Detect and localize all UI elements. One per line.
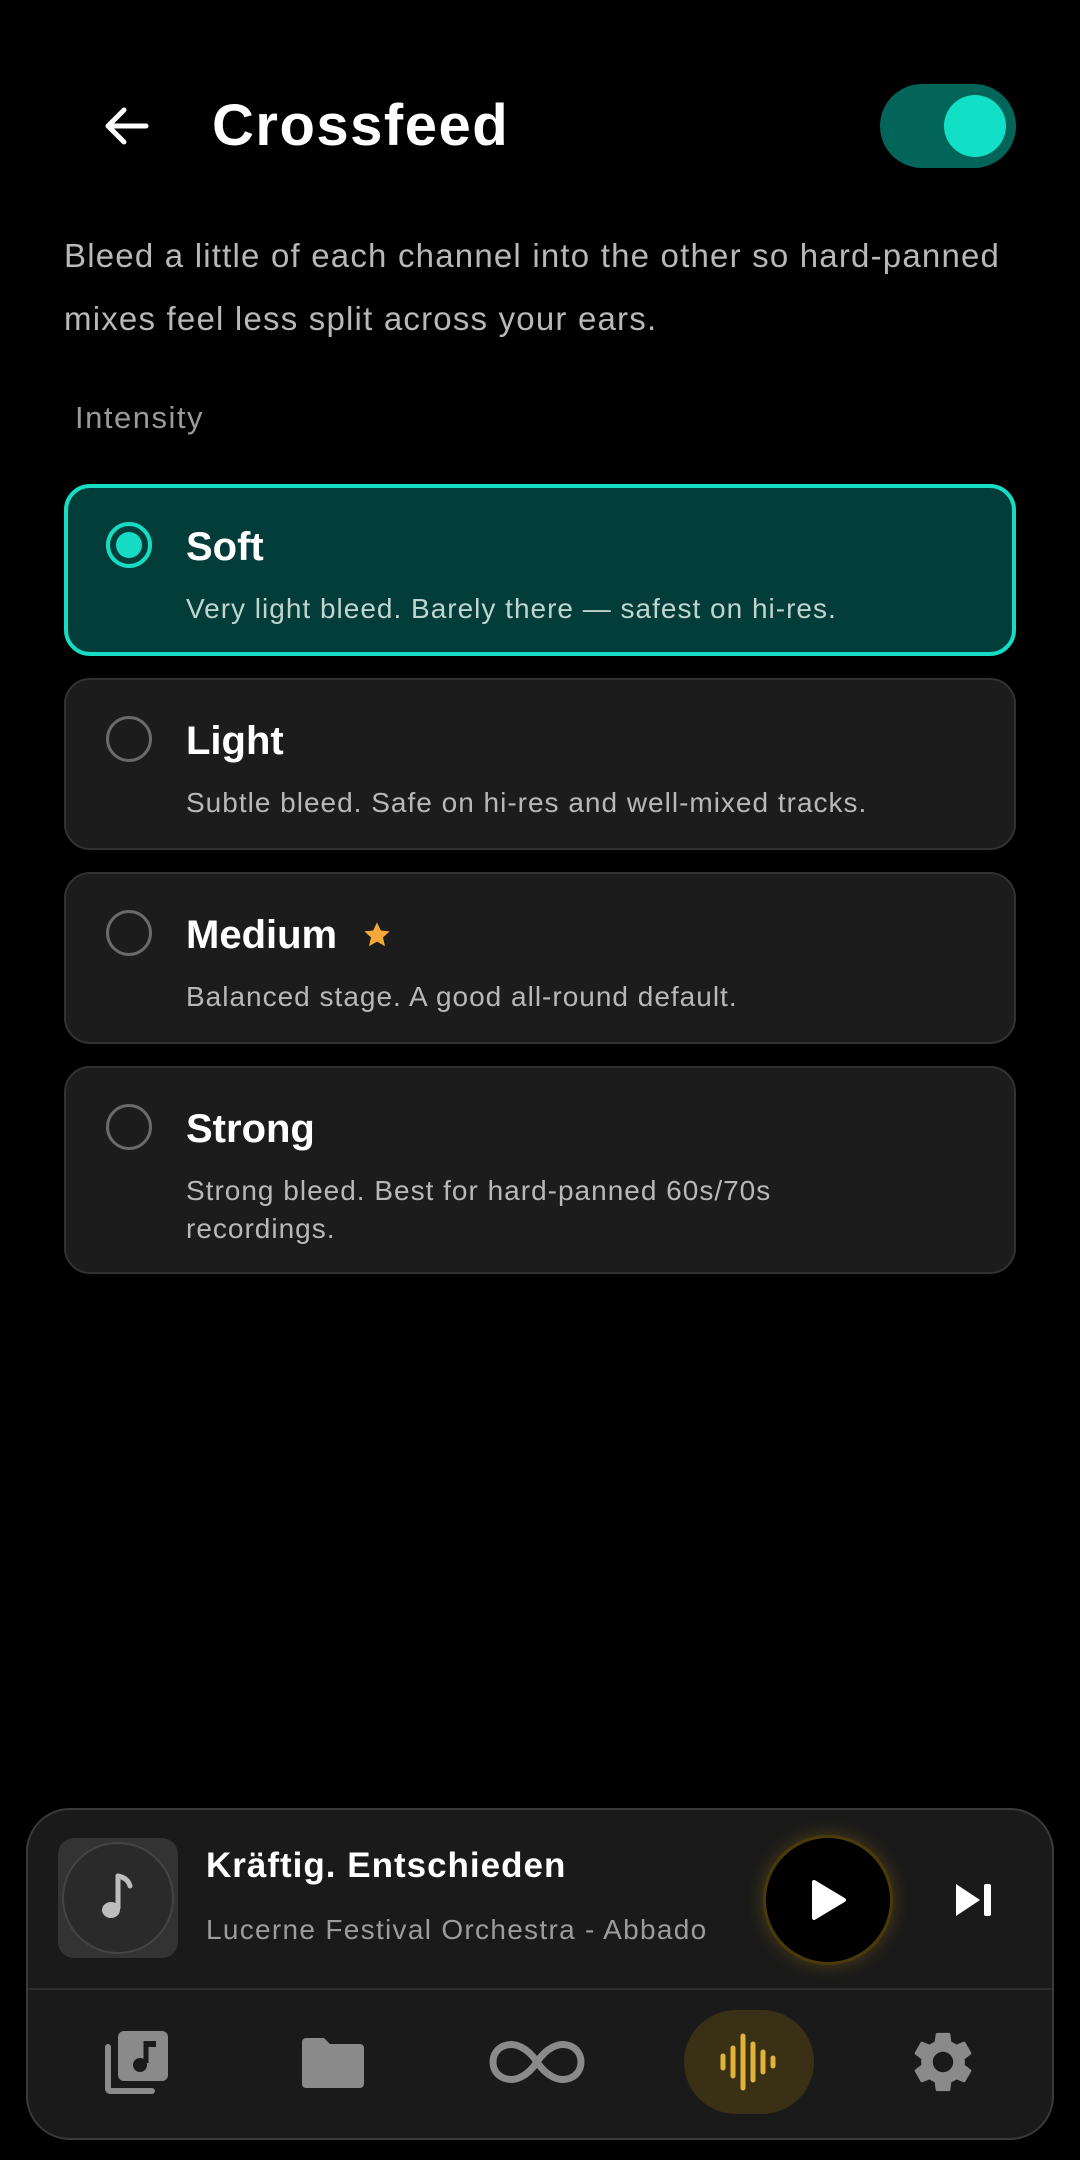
radio-soft[interactable] bbox=[106, 522, 152, 568]
folder-icon bbox=[302, 2038, 364, 2088]
star-icon bbox=[361, 919, 393, 951]
crossfeed-toggle[interactable] bbox=[880, 84, 1016, 168]
nav-audio-effects[interactable] bbox=[684, 2010, 814, 2114]
radio-selected-dot bbox=[116, 532, 142, 558]
nav-library[interactable] bbox=[72, 2010, 202, 2114]
option-title: Medium bbox=[186, 912, 393, 958]
nav-crossfade[interactable] bbox=[472, 2010, 602, 2114]
feature-description: Bleed a little of each channel into the … bbox=[64, 237, 1001, 337]
music-note-icon bbox=[102, 1873, 133, 1918]
skip-next-button[interactable] bbox=[944, 1870, 1004, 1930]
option-title-text: Soft bbox=[186, 525, 264, 569]
option-medium[interactable]: Medium Balanced stage. A good all-round … bbox=[64, 872, 1016, 1044]
mini-player: Kräftig. Entschieden Lucerne Festival Or… bbox=[26, 1808, 1054, 2140]
radio-strong[interactable] bbox=[106, 1104, 152, 1150]
radio-medium[interactable] bbox=[106, 910, 152, 956]
album-art[interactable] bbox=[58, 1838, 178, 1958]
skip-next-icon bbox=[956, 1884, 991, 1916]
option-title-text: Light bbox=[186, 719, 284, 763]
nav-settings[interactable] bbox=[878, 2010, 1008, 2114]
back-arrow-icon bbox=[105, 107, 149, 145]
page-title: Crossfeed bbox=[212, 93, 510, 158]
track-artist[interactable]: Lucerne Festival Orchestra - Abbado bbox=[206, 1914, 708, 1946]
library-icon bbox=[105, 2031, 168, 2094]
option-description: Very light bleed. Barely there — safest … bbox=[186, 593, 837, 624]
option-strong[interactable]: Strong Strong bleed. Best for hard-panne… bbox=[64, 1066, 1016, 1274]
app-header: Crossfeed bbox=[0, 80, 1080, 172]
option-title-text: Medium bbox=[186, 913, 338, 957]
option-title-text: Strong bbox=[186, 1107, 315, 1151]
play-icon bbox=[812, 1880, 846, 1920]
infinity-icon bbox=[489, 2041, 585, 2083]
crossfeed-screen: Crossfeed Bleed a little of each channel… bbox=[0, 0, 1080, 2160]
option-description: Balanced stage. A good all-round default… bbox=[186, 981, 738, 1012]
option-soft[interactable]: Soft Very light bleed. Barely there — sa… bbox=[64, 484, 1016, 656]
back-button[interactable] bbox=[90, 96, 162, 156]
play-button[interactable] bbox=[766, 1838, 890, 1962]
option-description: Subtle bleed. Safe on hi-res and well-mi… bbox=[186, 787, 868, 818]
option-title: Light bbox=[186, 718, 284, 764]
waveform-icon bbox=[720, 2033, 776, 2091]
option-description: Strong bleed. Best for hard-panned 60s/7… bbox=[186, 1175, 772, 1244]
player-divider bbox=[28, 1988, 1052, 1990]
radio-light[interactable] bbox=[106, 716, 152, 762]
nav-folders[interactable] bbox=[268, 2010, 398, 2114]
option-title: Soft bbox=[186, 524, 264, 570]
option-light[interactable]: Light Subtle bleed. Safe on hi-res and w… bbox=[64, 678, 1016, 850]
option-title: Strong bbox=[186, 1106, 315, 1152]
settings-gear-icon bbox=[914, 2032, 972, 2092]
intensity-label: Intensity bbox=[75, 400, 204, 435]
toggle-knob bbox=[944, 95, 1006, 157]
track-title[interactable]: Kräftig. Entschieden bbox=[206, 1846, 566, 1886]
